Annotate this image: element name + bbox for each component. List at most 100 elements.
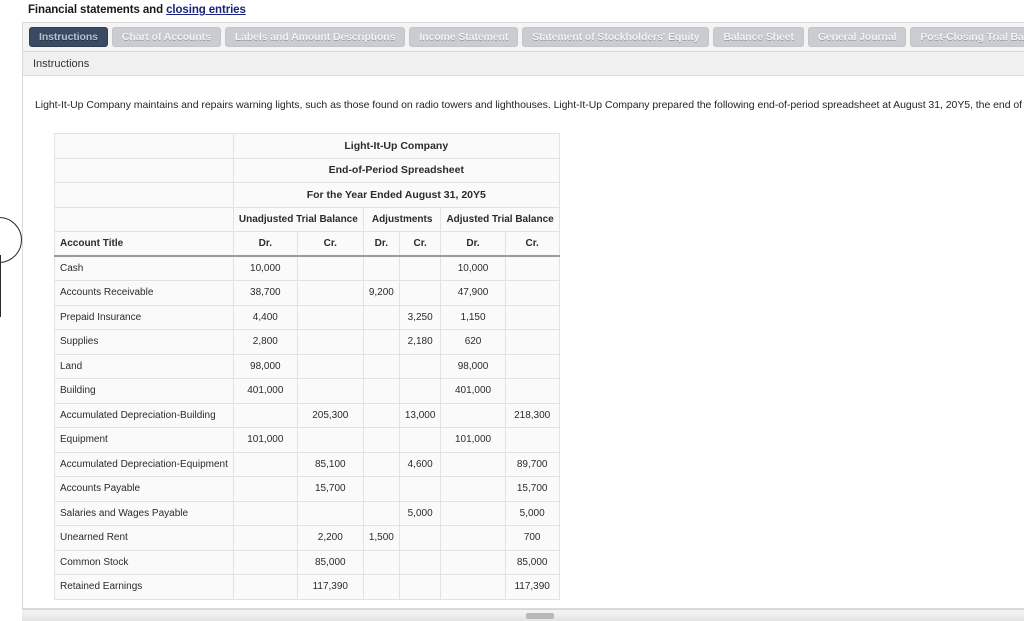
cell-adjustments-cr <box>398 549 442 575</box>
sheet-title-row-3: For the Year Ended August 31, 20Y5 <box>54 182 560 208</box>
table-row: Accounts Payable 15,700 15,700 <box>54 476 560 502</box>
cell-adjustments-cr <box>398 427 442 453</box>
cell-adjusted-dr <box>440 574 506 600</box>
table-row: Prepaid Insurance 4,400 3,250 1,150 <box>54 304 560 330</box>
cell-adjusted-cr: 5,000 <box>504 500 560 526</box>
cell-adjustments-dr <box>362 402 400 428</box>
cell-adjusted-cr: 15,700 <box>504 476 560 502</box>
instructions-section-header: Instructions <box>23 52 1024 76</box>
cell-adjusted-cr <box>504 280 560 306</box>
cell-unadjusted-cr <box>296 280 364 306</box>
cell-account-title: Unearned Rent <box>54 525 234 551</box>
sheet-title-spacer-2 <box>54 157 234 183</box>
cell-adjusted-dr: 98,000 <box>440 353 506 379</box>
cell-adjusted-dr: 401,000 <box>440 378 506 404</box>
cell-unadjusted-cr <box>296 500 364 526</box>
cell-unadjusted-dr: 4,400 <box>232 304 298 330</box>
cell-adjustments-dr <box>362 574 400 600</box>
horizontal-scrollbar-thumb[interactable] <box>526 613 554 619</box>
cell-account-title: Accumulated Depreciation-Building <box>54 402 234 428</box>
sheet-group-header-row: Unadjusted Trial Balance Adjustments Adj… <box>54 206 560 232</box>
cell-account-title: Salaries and Wages Payable <box>54 500 234 526</box>
cell-unadjusted-cr: 15,700 <box>296 476 364 502</box>
sheet-column-header-row: Account Title Dr. Cr. Dr. Cr. Dr. Cr. <box>54 231 560 257</box>
cell-adjustments-dr <box>362 329 400 355</box>
cell-unadjusted-cr <box>296 378 364 404</box>
cell-adjustments-cr: 4,600 <box>398 451 442 477</box>
sheet-title-spacer-3 <box>54 182 234 208</box>
spreadsheet-table: Light-It-Up Company End-of-Period Spread… <box>54 133 560 600</box>
cell-adjustments-dr <box>362 476 400 502</box>
cell-adjustments-dr <box>362 451 400 477</box>
col-header-adj-cr: Cr. <box>398 231 442 257</box>
cell-unadjusted-cr: 205,300 <box>296 402 364 428</box>
content-panel: Instructions Light-It-Up Company maintai… <box>22 52 1024 609</box>
cell-unadjusted-dr <box>232 525 298 551</box>
cell-adjusted-cr <box>504 255 560 281</box>
edge-line-artifact <box>0 255 2 317</box>
tab-general-journal[interactable]: General Journal <box>807 27 907 47</box>
table-row: Land 98,000 98,000 <box>54 353 560 379</box>
app-root: Financial statements and closing entries… <box>0 0 1024 621</box>
cell-unadjusted-dr <box>232 549 298 575</box>
cell-unadjusted-dr: 2,800 <box>232 329 298 355</box>
table-row: Accumulated Depreciation-Equipment 85,100… <box>54 451 560 477</box>
tab-income-statement[interactable]: Income Statement <box>409 27 519 47</box>
tab-labels-and-amount-descriptions[interactable]: Labels and Amount Descriptions <box>224 27 406 47</box>
tab-balance-sheet[interactable]: Balance Sheet <box>713 27 804 47</box>
cell-adjusted-dr: 101,000 <box>440 427 506 453</box>
cell-unadjusted-cr: 85,100 <box>296 451 364 477</box>
tab-instructions[interactable]: Instructions <box>29 27 108 47</box>
horizontal-scrollbar[interactable] <box>22 609 1024 621</box>
cell-account-title: Equipment <box>54 427 234 453</box>
cell-adjusted-cr <box>504 329 560 355</box>
sheet-title-row-1: Light-It-Up Company <box>54 133 560 159</box>
cell-adjustments-cr: 5,000 <box>398 500 442 526</box>
cell-adjusted-cr: 85,000 <box>504 549 560 575</box>
instructions-section-label: Instructions <box>33 57 90 70</box>
cell-adjusted-cr: 700 <box>504 525 560 551</box>
table-row: Accumulated Depreciation-Building 205,300… <box>54 402 560 428</box>
cell-unadjusted-dr <box>232 574 298 600</box>
cell-account-title: Building <box>54 378 234 404</box>
cell-adjustments-dr <box>362 353 400 379</box>
cell-adjusted-cr: 218,300 <box>504 402 560 428</box>
cell-adjusted-dr <box>440 525 506 551</box>
cell-adjustments-cr: 2,180 <box>398 329 442 355</box>
page-title-text: Financial statements and <box>28 4 167 16</box>
cell-adjustments-dr: 9,200 <box>362 280 400 306</box>
cell-unadjusted-cr: 117,390 <box>296 574 364 600</box>
closing-entries-link[interactable]: closing entries <box>166 4 246 16</box>
col-header-unadj-cr: Cr. <box>296 231 364 257</box>
cell-adjusted-dr <box>440 549 506 575</box>
tab-post-closing-trial-balance[interactable]: Post-Closing Trial Balance <box>910 27 1024 47</box>
cell-unadjusted-cr: 2,200 <box>296 525 364 551</box>
cell-adjusted-dr: 47,900 <box>440 280 506 306</box>
cell-adjusted-cr <box>504 304 560 330</box>
cell-unadjusted-dr: 38,700 <box>232 280 298 306</box>
sheet-group-spacer <box>54 206 234 232</box>
cell-unadjusted-dr <box>232 451 298 477</box>
cell-account-title: Accounts Receivable <box>54 280 234 306</box>
cell-unadjusted-dr: 101,000 <box>232 427 298 453</box>
instructions-paragraph: Light-It-Up Company maintains and repair… <box>35 99 1024 111</box>
cell-adjustments-cr: 3,250 <box>398 304 442 330</box>
cell-unadjusted-cr <box>296 353 364 379</box>
group-header-unadjusted: Unadjusted Trial Balance <box>232 206 364 232</box>
cell-adjustments-dr <box>362 304 400 330</box>
cell-unadjusted-dr: 98,000 <box>232 353 298 379</box>
sheet-title-row-2: End-of-Period Spreadsheet <box>54 157 560 183</box>
cell-adjusted-cr <box>504 353 560 379</box>
cell-account-title: Cash <box>54 255 234 281</box>
tab-chart-of-accounts[interactable]: Chart of Accounts <box>111 27 221 47</box>
cell-adjustments-dr: 1,500 <box>362 525 400 551</box>
tab-statement-of-stockholders-equity[interactable]: Statement of Stockholders' Equity <box>522 27 710 47</box>
sheet-statement-name: End-of-Period Spreadsheet <box>232 157 560 183</box>
cell-adjusted-cr: 117,390 <box>504 574 560 600</box>
cell-adjusted-dr <box>440 451 506 477</box>
cell-adjustments-cr <box>398 525 442 551</box>
group-header-adjusted: Adjusted Trial Balance <box>440 206 560 232</box>
cell-adjustments-cr <box>398 255 442 281</box>
cell-unadjusted-cr <box>296 427 364 453</box>
edge-circle-artifact <box>0 217 22 263</box>
